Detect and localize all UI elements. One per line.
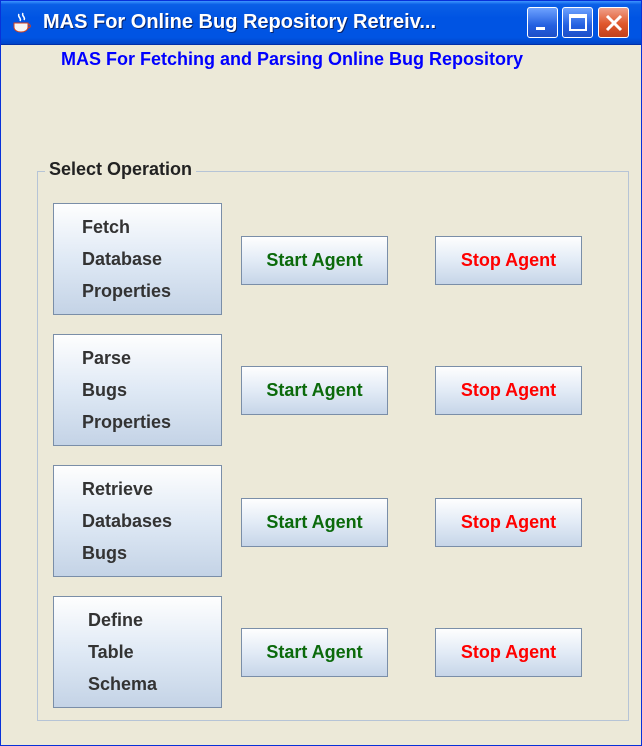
button-label-line: Define [88, 610, 144, 630]
start-agent-button-fetch[interactable]: Start Agent [241, 236, 388, 285]
button-label-line: Properties [82, 281, 172, 301]
stop-agent-button-retrieve[interactable]: Stop Agent [435, 498, 582, 547]
minimize-button[interactable] [527, 7, 558, 38]
close-button[interactable] [598, 7, 629, 38]
group-label: Select Operation [45, 159, 197, 180]
define-table-schema-button[interactable]: Define Table Schema [53, 596, 222, 708]
button-label-line: Databases [82, 511, 173, 531]
button-label-line: Table [88, 642, 134, 662]
retrieve-databases-bugs-button[interactable]: Retrieve Databases Bugs [53, 465, 222, 577]
title-bar[interactable]: MAS For Online Bug Repository Retreiv... [1, 1, 641, 45]
button-label-line: Database [82, 249, 163, 269]
button-label-line: Schema [88, 674, 158, 694]
close-icon [605, 14, 623, 32]
java-cup-icon [11, 12, 33, 34]
page-title: MAS For Fetching and Parsing Online Bug … [61, 49, 524, 69]
maximize-icon [569, 14, 587, 31]
start-agent-button-define[interactable]: Start Agent [241, 628, 388, 677]
maximize-button[interactable] [562, 7, 593, 38]
button-label-line: Retrieve [82, 479, 154, 499]
button-label-line: Bugs [82, 543, 127, 563]
minimize-icon [536, 27, 545, 30]
stop-agent-button-define[interactable]: Stop Agent [435, 628, 582, 677]
parse-bugs-properties-button[interactable]: Parse Bugs Properties [53, 334, 222, 446]
start-agent-button-parse[interactable]: Start Agent [241, 366, 388, 415]
button-label-line: Bugs [82, 380, 127, 400]
stop-agent-button-fetch[interactable]: Stop Agent [435, 236, 582, 285]
button-label-line: Fetch [82, 217, 131, 237]
start-agent-button-retrieve[interactable]: Start Agent [241, 498, 388, 547]
button-label-line: Parse [82, 348, 132, 368]
button-label-line: Properties [82, 412, 172, 432]
fetch-database-properties-button[interactable]: Fetch Database Properties [53, 203, 222, 315]
stop-agent-button-parse[interactable]: Stop Agent [435, 366, 582, 415]
application-window: MAS For Online Bug Repository Retreiv...… [0, 0, 642, 746]
window-title: MAS For Online Bug Repository Retreiv... [43, 11, 437, 33]
